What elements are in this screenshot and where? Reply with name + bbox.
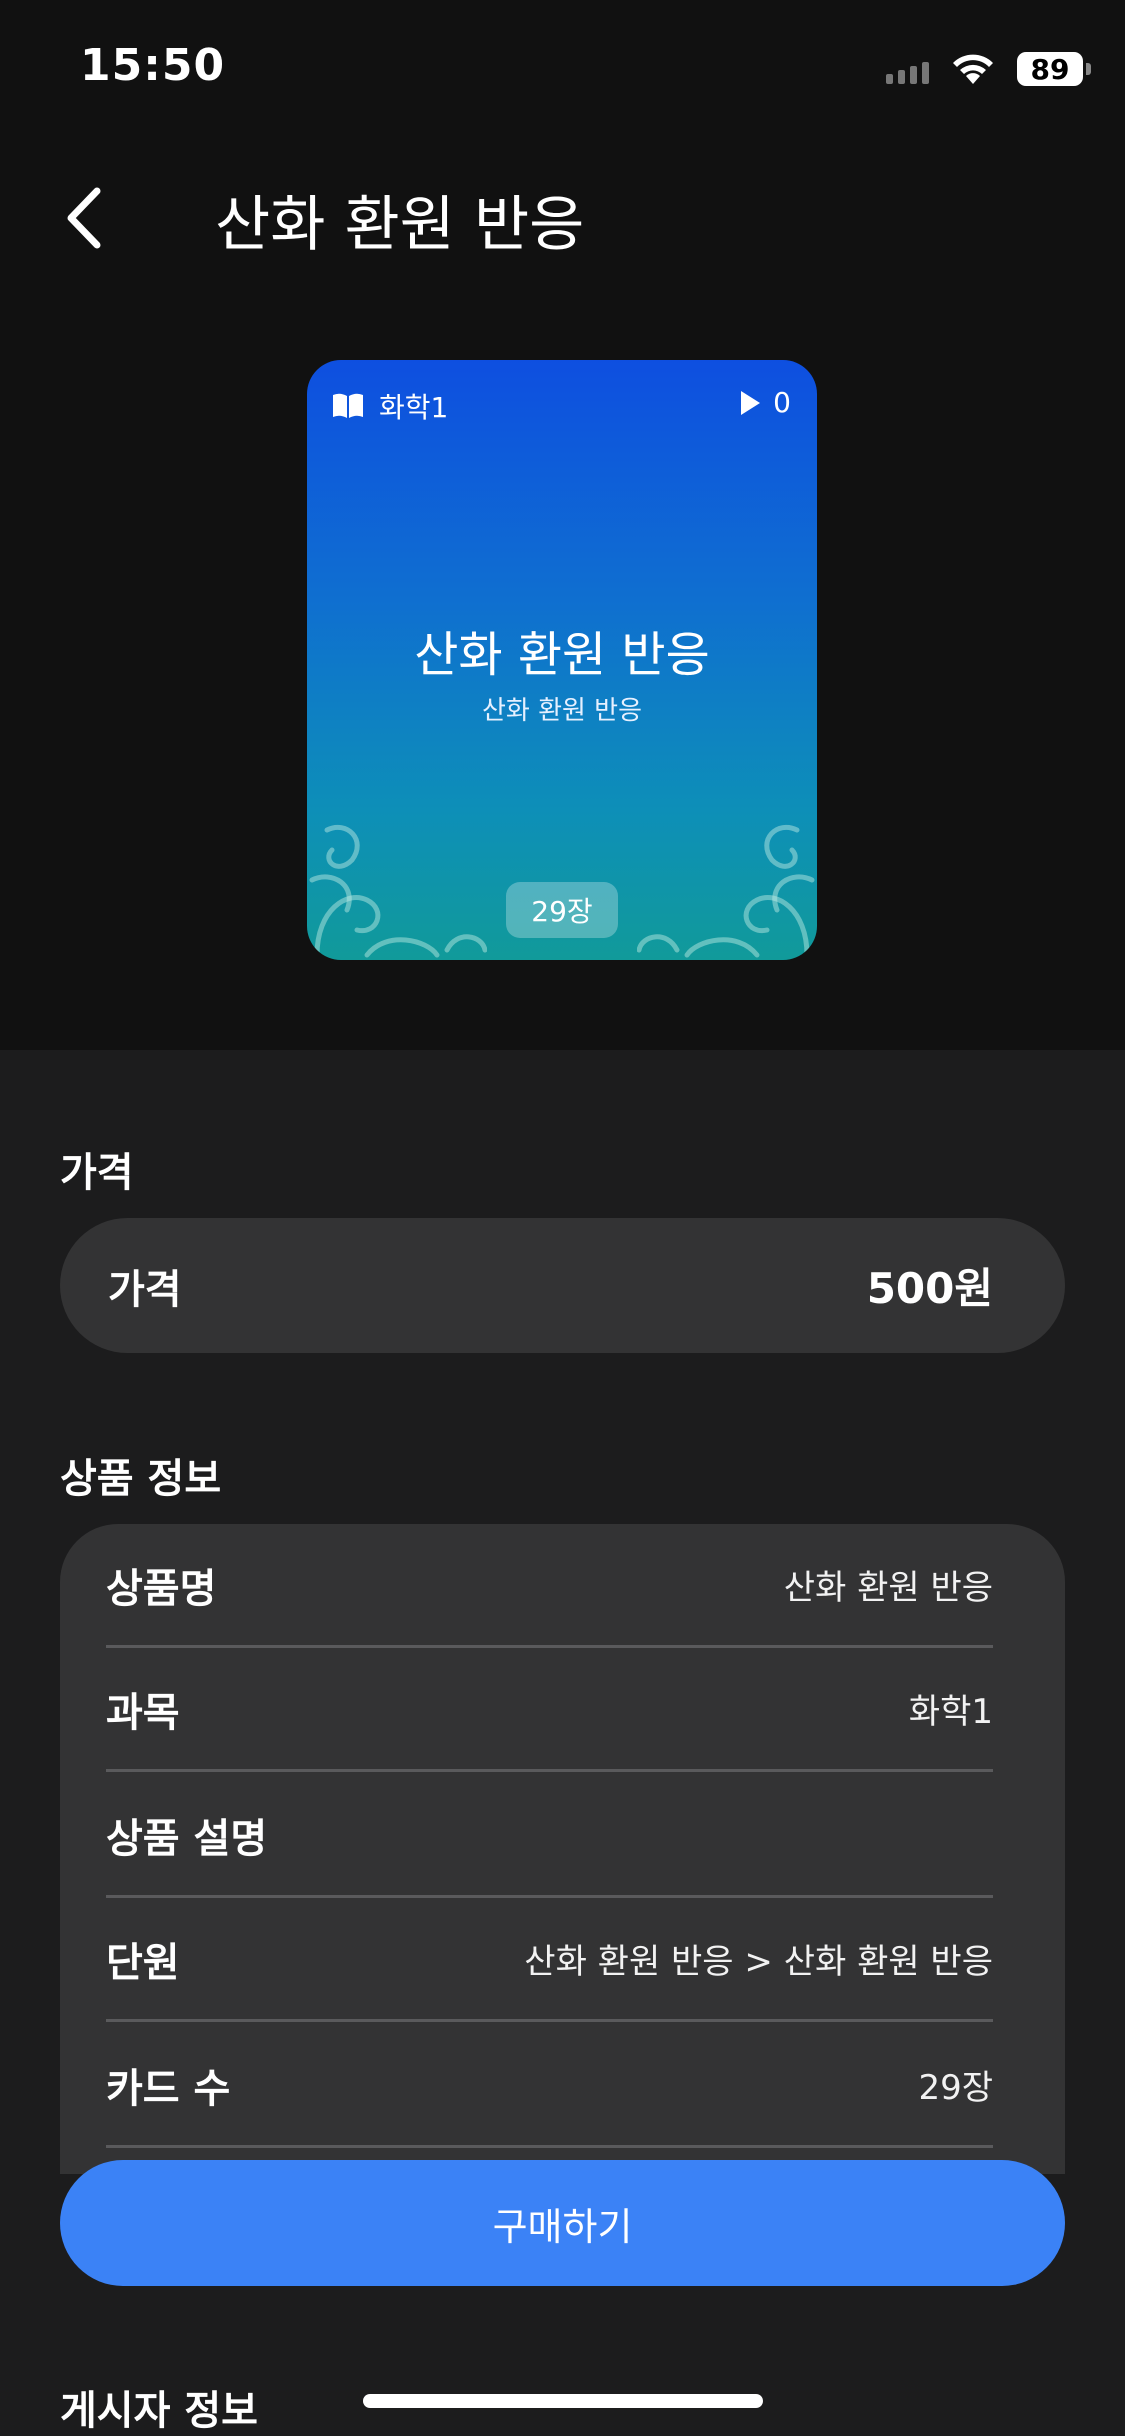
- product-info-box: 상품명 산화 환원 반응 과목 화학1 상품 설명 단원 산화 환원 반응 > …: [60, 1524, 1065, 2174]
- back-chevron-icon: [67, 187, 101, 249]
- info-row-card-count: 카드 수 29장: [106, 2024, 993, 2148]
- battery-level: 89: [1030, 52, 1070, 86]
- info-key: 과목: [106, 1689, 180, 1736]
- card-subject-label: 화학1: [379, 391, 449, 424]
- page-title: 산화 환원 반응: [215, 190, 585, 260]
- ornament-left-icon: [309, 824, 487, 958]
- price-label: 가격: [108, 1266, 182, 1313]
- info-key: 단원: [106, 1939, 180, 1986]
- price-section-title: 가격: [60, 1150, 134, 1196]
- play-icon: [741, 390, 761, 415]
- info-row-description: 상품 설명: [106, 1774, 993, 1898]
- status-time: 15:50: [80, 40, 226, 91]
- card-title: 산화 환원 반응: [414, 627, 710, 683]
- info-value: 산화 환원 반응 > 산화 환원 반응: [524, 1942, 993, 1982]
- info-key: 카드 수: [106, 2065, 231, 2112]
- card-preview[interactable]: 화학1 0 산화 환원 반응 산화 환원 반응 29장: [307, 360, 817, 960]
- price-box: 가격 500원: [60, 1218, 1065, 1353]
- card-count-badge: 29장: [506, 882, 618, 938]
- info-section-title: 상품 정보: [60, 1456, 222, 1502]
- battery-icon: 89: [1017, 52, 1091, 86]
- info-row-name: 상품명 산화 환원 반응: [106, 1524, 993, 1648]
- info-value: 화학1: [908, 1692, 993, 1732]
- card-subject: 화학1: [331, 386, 448, 426]
- home-indicator[interactable]: [363, 2394, 763, 2408]
- info-key: 상품명: [106, 1565, 217, 1612]
- price-value: 500원: [866, 1264, 993, 1313]
- buy-button[interactable]: 구매하기: [60, 2160, 1065, 2286]
- signal-icon: [886, 54, 929, 84]
- info-row-unit: 단원 산화 환원 반응 > 산화 환원 반응: [106, 1898, 993, 2022]
- back-button[interactable]: [50, 178, 120, 258]
- screen: 15:50 89 산화 환원 반응 화학1 0 산화 환원 반응 산화 환원 반…: [0, 0, 1125, 2436]
- card-play-count: 0: [773, 386, 791, 419]
- card-subtitle: 산화 환원 반응: [481, 696, 643, 726]
- info-value: 산화 환원 반응: [783, 1568, 993, 1608]
- info-value: 29장: [918, 2068, 993, 2108]
- info-row-subject: 과목 화학1: [106, 1648, 993, 1772]
- status-indicators: 89: [886, 48, 1091, 90]
- book-icon: [333, 393, 363, 418]
- wifi-icon: [953, 54, 993, 84]
- ornament-right-icon: [637, 824, 815, 958]
- author-section-title: 게시자 정보: [60, 2388, 258, 2434]
- info-key: 상품 설명: [106, 1815, 268, 1862]
- card-plays: 0: [739, 386, 791, 419]
